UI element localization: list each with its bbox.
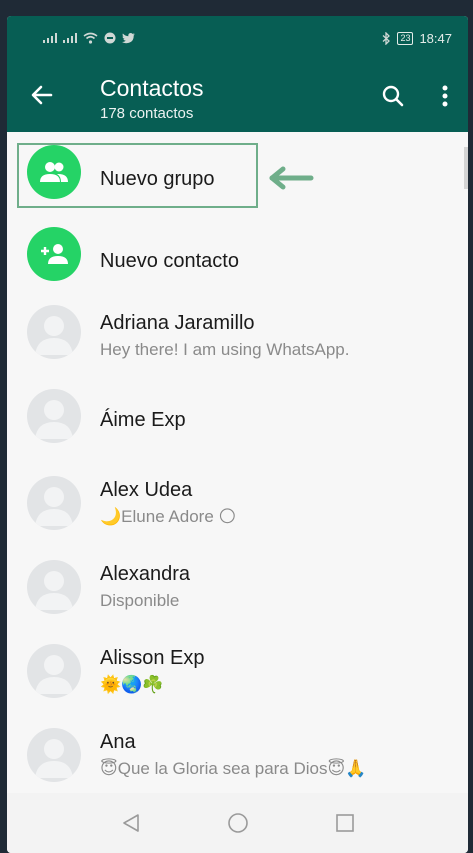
twitter-icon (122, 32, 135, 44)
phone-screen: 23 18:47 Contactos 178 contactos Nuevo g… (7, 16, 468, 853)
contact-status: Disponible (100, 591, 180, 610)
app-bar: Contactos 178 contactos (7, 60, 468, 132)
more-vert-icon (442, 85, 448, 107)
contact-status: 🌙Elune Adore 🌕 (100, 507, 237, 526)
wifi-icon (83, 32, 98, 44)
recents-square-icon (335, 814, 354, 832)
contact-row[interactable]: Adriana Jaramillo Hey there! I am using … (7, 300, 468, 380)
status-bar-left (43, 32, 135, 44)
default-avatar-icon (27, 476, 81, 530)
contact-row[interactable]: Alex Udea 🌙Elune Adore 🌕 (7, 468, 468, 548)
signal-icon (43, 33, 57, 43)
default-avatar-icon (27, 644, 81, 698)
contact-name: Adriana Jaramillo (100, 312, 255, 334)
contact-name: Ana (100, 731, 136, 753)
header-titles: Contactos 178 contactos (100, 74, 204, 124)
contact-name: Alisson Exp (100, 647, 205, 669)
default-avatar-icon (27, 560, 81, 614)
contact-row[interactable]: Áime Exp (7, 384, 468, 464)
system-nav-bar (7, 793, 468, 853)
contact-name: Alexandra (100, 563, 191, 585)
overflow-menu-button[interactable] (435, 82, 455, 110)
signal-icon (63, 33, 77, 43)
status-time: 18:47 (419, 30, 452, 46)
status-bar: 23 18:47 (7, 16, 468, 60)
back-button[interactable] (29, 82, 55, 108)
contact-row[interactable]: Ana 😇Que la Gloria sea para Dios😇🙏 (7, 720, 468, 800)
contact-row[interactable]: Alexandra Disponible (7, 552, 468, 632)
page-title: Contactos (100, 75, 204, 101)
pointer-arrow-icon (269, 166, 314, 190)
back-triangle-icon (122, 814, 139, 832)
contact-name: Áime Exp (100, 409, 186, 431)
new-group-item[interactable]: Nuevo grupo (7, 132, 468, 212)
vpn-icon (104, 32, 116, 44)
contact-status: Hey there! I am using WhatsApp. (100, 340, 350, 359)
default-avatar-icon (27, 389, 81, 443)
home-circle-icon (227, 813, 248, 833)
nav-home-button[interactable] (223, 808, 253, 838)
contact-row[interactable]: Alisson Exp 🌞🌏☘️ (7, 636, 468, 716)
group-icon (27, 145, 81, 199)
arrow-back-icon (31, 85, 53, 105)
bluetooth-icon (382, 31, 391, 45)
status-bar-right: 23 18:47 (382, 31, 452, 46)
default-avatar-icon (27, 305, 81, 359)
nav-back-button[interactable] (116, 808, 146, 838)
contact-status: 😇Que la Gloria sea para Dios😇🙏 (100, 759, 367, 778)
default-avatar-icon (27, 728, 81, 782)
scrollbar-thumb[interactable] (464, 147, 468, 189)
contact-status: 🌞🌏☘️ (100, 675, 164, 694)
search-button[interactable] (379, 82, 407, 110)
new-group-label: Nuevo grupo (100, 168, 215, 190)
new-contact-item[interactable]: Nuevo contacto (7, 216, 468, 296)
new-contact-label: Nuevo contacto (100, 250, 239, 272)
contact-list: Nuevo grupo Nuevo contacto Adriana Jaram… (7, 132, 468, 793)
battery-indicator: 23 (397, 31, 414, 45)
contact-name: Alex Udea (100, 479, 193, 501)
nav-recents-button[interactable] (330, 808, 360, 838)
contact-count: 178 contactos (100, 105, 194, 122)
search-icon (382, 85, 404, 107)
add-contact-icon (27, 227, 81, 281)
